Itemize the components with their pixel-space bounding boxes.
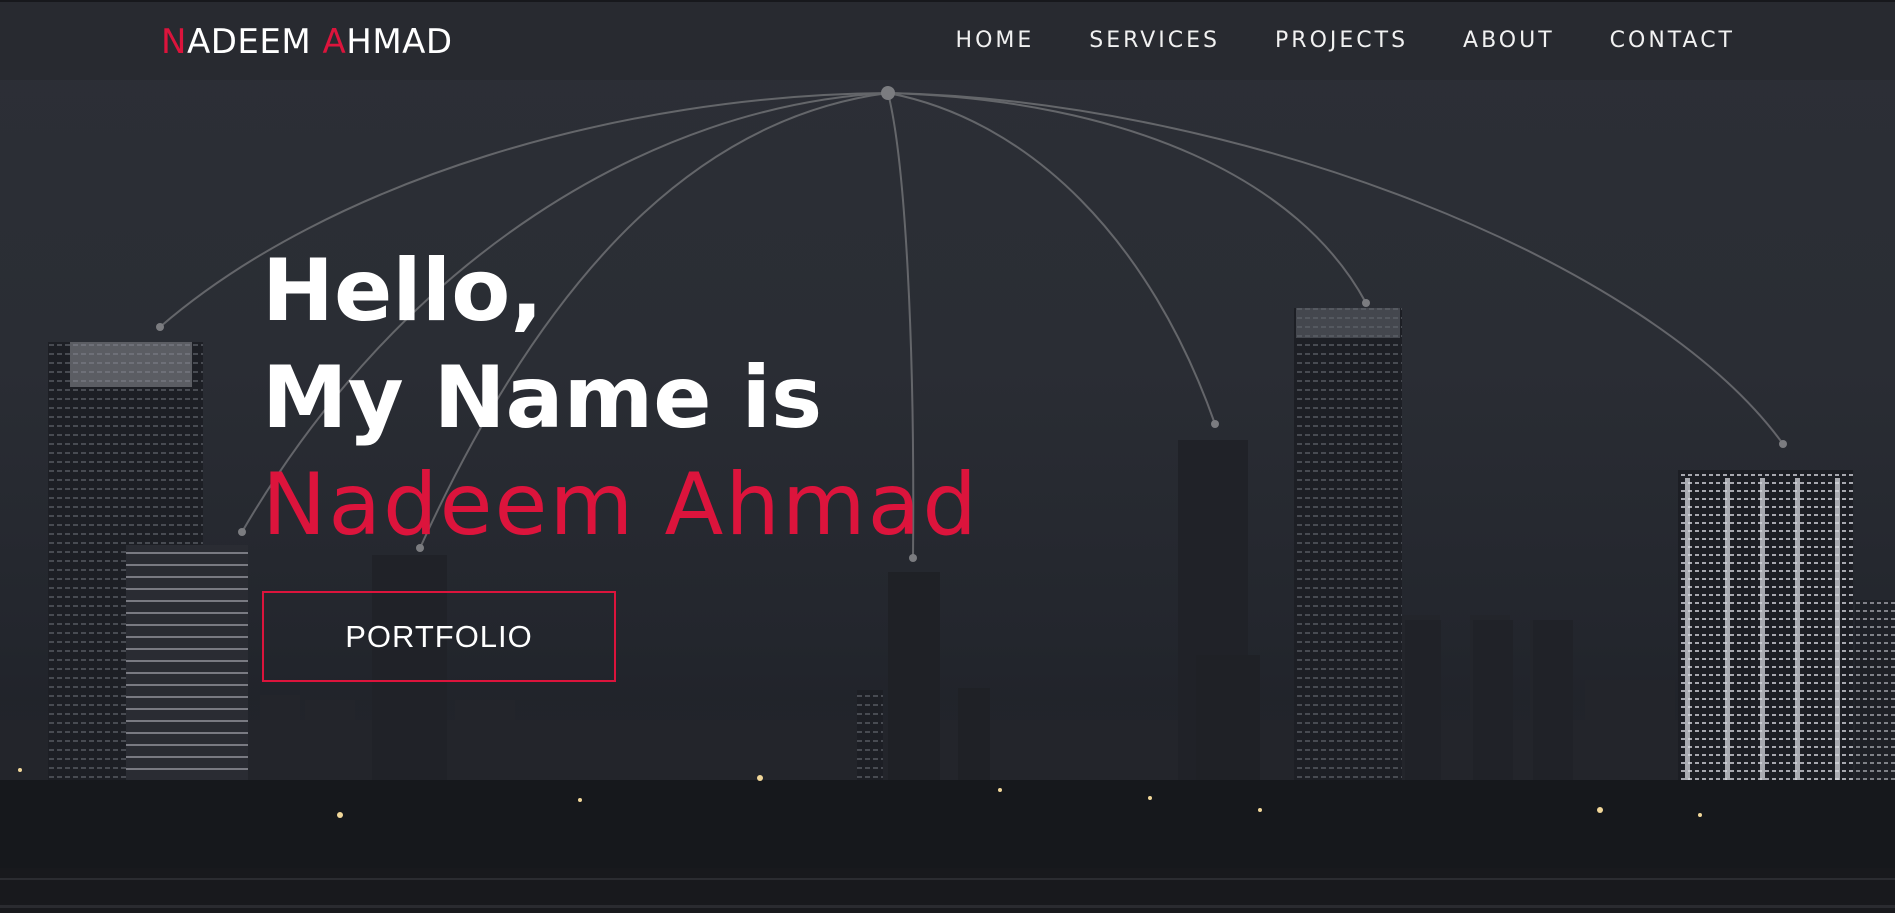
bottom-edge-divider (0, 868, 1895, 913)
logo-last-initial: A (322, 22, 347, 62)
hero-section: Hello, My Name is Nadeem Ahmad PORTFOLIO (0, 0, 1895, 913)
logo-first-rest: ADEEM (186, 22, 323, 62)
portfolio-button[interactable]: PORTFOLIO (262, 591, 616, 682)
hero-headline: Hello, My Name is Nadeem Ahmad (262, 238, 979, 559)
logo-last-rest: HMAD (346, 22, 453, 62)
logo-first-initial: N (161, 22, 187, 62)
nav-about-link[interactable]: ABOUT (1463, 28, 1555, 53)
divider-line (0, 905, 1895, 908)
nav-projects-link[interactable]: PROJECTS (1275, 28, 1408, 53)
divider-line (0, 878, 1895, 880)
nav-home-link[interactable]: HOME (956, 28, 1035, 53)
hero-greeting: Hello, (262, 241, 544, 341)
nav-contact-link[interactable]: CONTACT (1610, 28, 1735, 53)
hero-intro: My Name is (262, 348, 823, 448)
top-navbar: NADEEM AHMAD HOME SERVICES PROJECTS ABOU… (0, 0, 1895, 80)
nav-services-link[interactable]: SERVICES (1089, 28, 1220, 53)
main-nav: HOME SERVICES PROJECTS ABOUT CONTACT (956, 28, 1735, 53)
site-logo[interactable]: NADEEM AHMAD (161, 22, 453, 62)
hero-name: Nadeem Ahmad (262, 455, 979, 555)
